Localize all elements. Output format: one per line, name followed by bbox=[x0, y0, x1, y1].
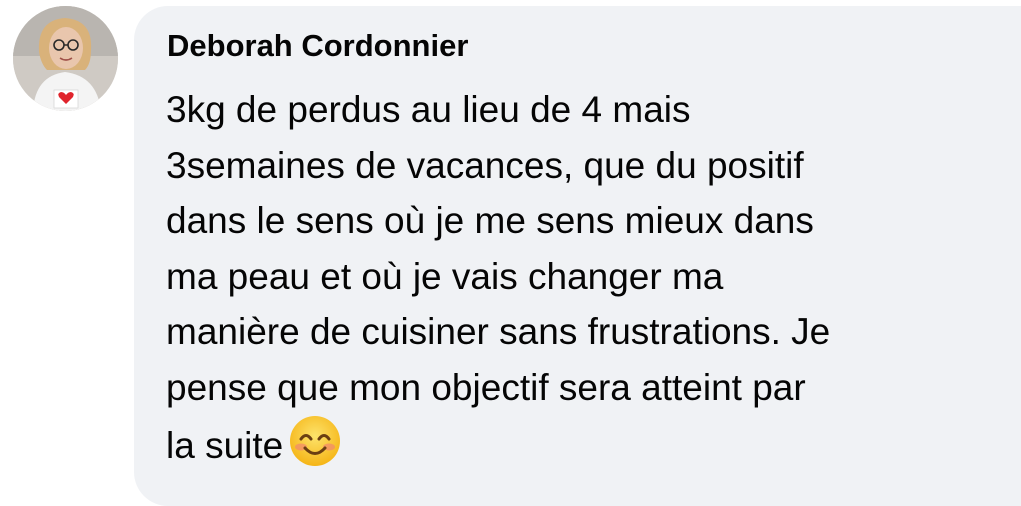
comment-line: dans le sens où je me sens mieux dans bbox=[166, 200, 814, 241]
smiling-face-emoji-icon bbox=[289, 415, 341, 483]
comment-line: 3semaines de vacances, que du positif bbox=[166, 144, 804, 186]
comment-line: 3kg de perdus au lieu de 4 mais bbox=[166, 89, 691, 130]
comment-line: ma peau et où je vais changer ma bbox=[166, 255, 724, 297]
comment-line-text: la suite bbox=[166, 425, 284, 466]
avatar-photo bbox=[13, 6, 118, 111]
comment-line: manière de cuisiner sans frustrations. J… bbox=[166, 311, 831, 352]
comment-text: 3kg de perdus au lieu de 4 mais 3semaine… bbox=[166, 82, 1016, 483]
comment-line: pense que mon objectif sera atteint par bbox=[166, 366, 806, 408]
author-avatar[interactable] bbox=[13, 6, 118, 111]
comment-author-name[interactable]: Deborah Cordonnier bbox=[167, 26, 468, 66]
comment-last-line: la suite bbox=[166, 415, 1016, 483]
